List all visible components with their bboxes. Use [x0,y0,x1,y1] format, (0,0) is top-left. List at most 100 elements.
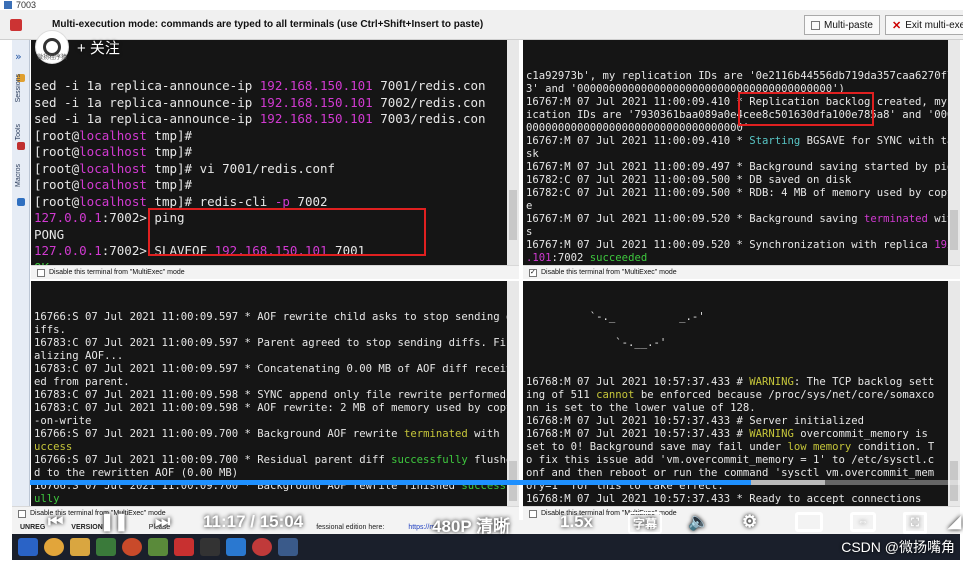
terminal-line: ing of 511 cannot be enforced because /p… [526,389,960,402]
multiexec-message: Multi-execution mode: commands are typed… [52,19,484,30]
terminal-line: 16768:M 07 Jul 2021 10:57:37.433 # WARNI… [526,428,960,441]
screenshot-root: 7003 Multi-execution mode: commands are … [0,0,963,566]
highlight-slaveof [148,208,426,256]
scrollbar[interactable] [507,281,519,506]
terminal-text: d to the rewritten AOF (0.00 MB) [34,467,239,479]
terminal-line: `-._ _.-' [526,311,960,324]
terminal-bottom-left[interactable]: 16766:S 07 Jul 2021 11:00:09.597 * AOF r… [31,281,519,506]
fullscreen-icon[interactable]: ◢ [948,512,961,532]
widescreen-icon[interactable]: ⇔ [850,512,876,532]
terminal-text: 16766:S 07 Jul 2021 11:00:09.700 * Backg… [34,428,404,440]
terminal-text: BGSAVE for SYNC with targe [800,135,960,147]
terminal-text: 192.168.150.101 [259,94,373,110]
terminal-text: set to 0! Background save may fail under [526,441,788,453]
tools-icon[interactable] [17,142,25,150]
terminal-line: `-.__.-' [526,337,960,350]
played-bar [30,480,751,485]
terminal-text: o fix this issue add 'vm.overcommit_memo… [526,454,935,466]
settings-icon[interactable]: ⚙ [742,512,757,532]
terminal-text: tmp]# [146,127,193,143]
terminal-text: 127.0.0.1 [34,243,102,258]
terminal-line: onf and then reboot or run the command '… [526,467,960,480]
multiexec-checkbox[interactable] [37,268,45,277]
terminal-text: Starting [749,135,801,147]
terminal-text: 16768:M 07 Jul 2021 10:57:37.433 # [526,428,750,440]
exit-multiexec-button[interactable]: ✕ Exit multi-execu [885,15,963,35]
avatar-caption: 微扬程序猿 [37,55,68,61]
macros-icon[interactable] [17,198,25,206]
scrollbar[interactable] [948,281,960,506]
video-progress-bar[interactable] [30,480,960,485]
terminal-line: sed -i 1a replica-announce-ip 192.168.15… [34,78,519,95]
terminal-line: alizing AOF... [34,350,519,363]
terminal-text: tmp]# [146,144,193,159]
terminal-top-right[interactable]: c1a92973b', my replication IDs are '0e21… [523,40,960,265]
terminal-line: [root@localhost tmp]# vi 7001/redis.conf [34,161,519,178]
terminal-text: localhost [79,177,147,192]
terminal-text: [root@ [34,127,80,143]
terminal-text: 16767:M 07 Jul 2021 11:00:09.520 * Synch… [526,239,935,251]
follow-button[interactable]: + 关注 [77,37,120,58]
multiexec-checkbox[interactable]: ✓ [529,268,537,277]
terminal-top-right-option[interactable]: ✓ Disable this terminal from "MultiExec"… [523,265,960,279]
terminal-line: 16783:C 07 Jul 2021 11:00:09.597 * Conca… [34,363,519,376]
macros-tab[interactable]: Macros [15,164,22,187]
expand-panel-icon[interactable]: » [15,50,22,63]
terminal-line: sed -i 1a replica-announce-ip 192.168.15… [34,111,519,128]
terminal-text: `-._ _.-' [526,311,705,323]
terminal-line: [root@localhost tmp]# [34,144,519,161]
pip-icon[interactable] [795,512,823,532]
terminal-text: sk [526,148,539,160]
scrollbar[interactable] [507,40,519,265]
terminal-line: 16783:C 07 Jul 2021 11:00:09.597 * Paren… [34,337,519,350]
sessions-tab[interactable]: Sessions [15,74,22,102]
quality-button[interactable]: 480P 清晰 [432,512,510,537]
paste-icon [811,20,820,30]
multipaste-label: Multi-paste [824,19,873,31]
terminal-text: 16767:M 07 Jul 2021 11:00:09.497 * Backg… [526,161,960,173]
webfullscreen-icon[interactable]: ⛶ [903,512,927,534]
multipaste-button[interactable]: Multi-paste [804,15,880,35]
speed-button[interactable]: 1.5x [560,512,593,532]
terminal-line: c1a92973b', my replication IDs are '0e21… [526,70,960,83]
terminal-bottom-right[interactable]: `-._ _.-' `-.__.-' 16768:M 07 Jul 2021 10… [523,281,960,506]
pause-icon[interactable]: ❚❚ [100,512,129,532]
terminal-text: WARNING [749,376,794,388]
terminal-line: 16766:S 07 Jul 2021 11:00:09.597 * AOF r… [34,311,519,324]
terminal-text: 16767:M 07 Jul 2021 11:00:09.410 * [526,135,750,147]
side-panel: » Sessions Tools Macros [12,40,30,506]
terminal-text: 0000000000000000000000000000000000' [526,122,750,134]
terminal-text: 16767:M 07 Jul 2021 11:00:09.520 * Backg… [526,213,865,225]
terminal-line: 16783:C 07 Jul 2021 11:00:09.598 * AOF r… [34,402,519,415]
terminal-text: 16782:C 07 Jul 2021 11:00:09.500 * DB sa… [526,174,852,186]
previous-icon[interactable]: ⏮ [48,512,63,532]
next-icon[interactable]: ⏭ [155,512,170,532]
terminal-text: : The TCP backlog sett [793,376,935,388]
terminal-text: :7002 [551,252,590,264]
terminal-line: sed -i 1a replica-announce-ip 192.168.15… [34,95,519,112]
terminal-text: c1a92973b', my replication IDs are '0e21… [526,70,960,82]
terminal-text: 7002/redis.con [372,94,486,110]
terminal-text: e [526,200,533,212]
terminal-line: 16768:M 07 Jul 2021 10:57:37.433 # WARNI… [526,376,960,389]
scrollbar[interactable] [948,40,960,265]
subtitle-icon[interactable]: 字幕 [628,512,663,534]
terminal-text: uccess [34,441,73,453]
terminal-top-left-option[interactable]: Disable this terminal from "MultiExec" m… [31,265,519,279]
terminal-text: localhost [79,144,147,159]
buffered-bar [750,480,826,485]
window-title: 7003 [16,0,37,10]
volume-icon[interactable]: 🔈 [688,512,709,532]
terminal-line: -on-write [34,415,519,428]
exit-multiexec-label: Exit multi-execu [905,19,963,31]
terminal-text: localhost [79,193,147,209]
terminal-text: 16766:S 07 Jul 2021 11:00:09.700 * Resid… [34,454,392,466]
tools-tab[interactable]: Tools [15,124,22,140]
terminal-text: nn is set to the lower value of 128. [526,402,756,414]
terminal-text: -p [274,193,290,209]
terminal-line: 16767:M 07 Jul 2021 11:00:09.410 * Start… [526,135,960,148]
terminal-line: nn is set to the lower value of 128. [526,402,960,415]
terminal-text: cannot [596,389,635,401]
